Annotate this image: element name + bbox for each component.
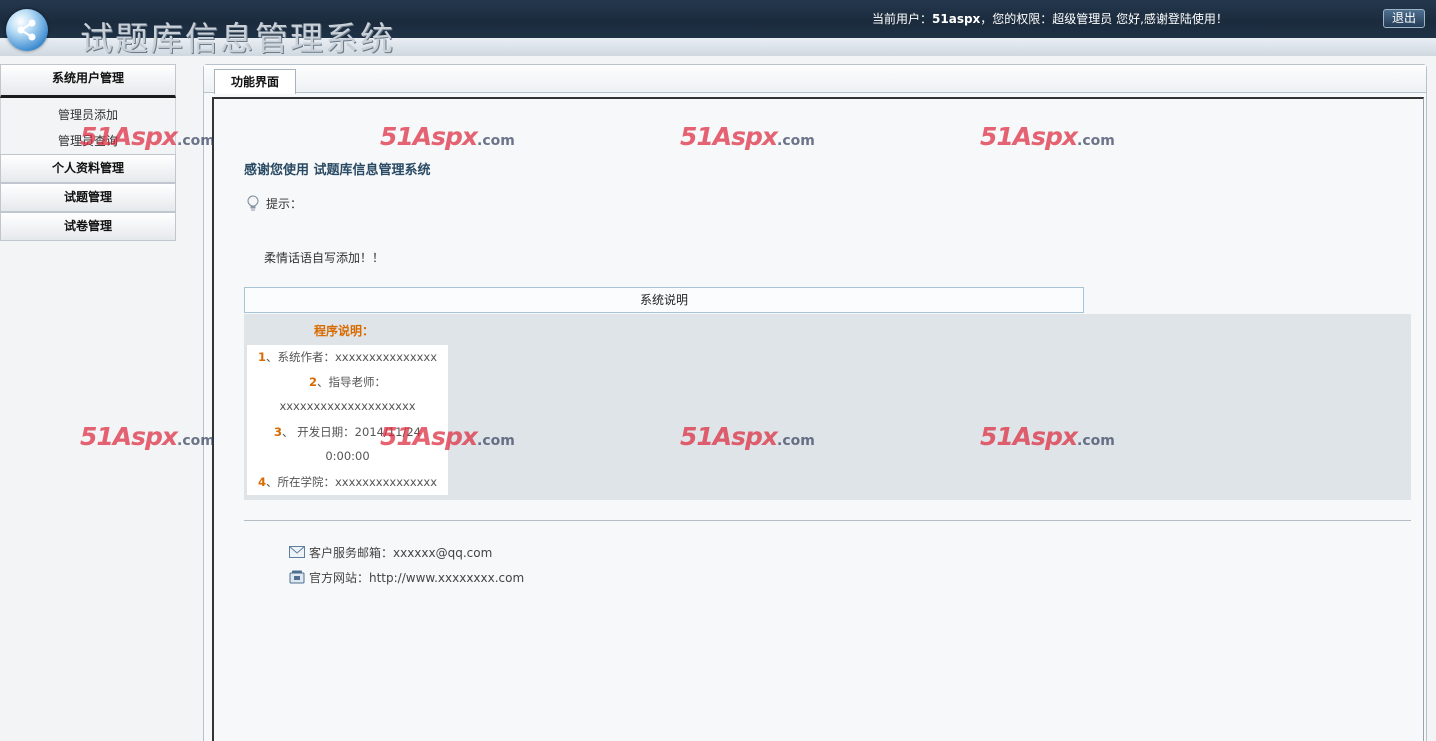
sidebar-group-system-users[interactable]: 系统用户管理 — [0, 64, 176, 98]
system-description-header: 系统说明 — [244, 287, 1084, 313]
info-text: 、指导老师： — [317, 375, 386, 389]
info-num: 3 — [274, 425, 283, 439]
sidebar: 系统用户管理 管理员添加 管理员查询 个人资料管理 试题管理 试卷管理 — [0, 64, 177, 241]
user-prefix: 当前用户： — [872, 12, 933, 26]
divider — [244, 520, 1411, 521]
content-frame: 感谢您使用 试题库信息管理系统 提示： 柔情话语自写添加！！ 系统说明 程序说明… — [212, 97, 1424, 741]
app-title: 试题库信息管理系统 — [80, 19, 395, 58]
info-num: 2 — [308, 375, 317, 389]
user-suffix: ，您的权限：超级管理员 您好,感谢登陆使用！ — [980, 12, 1228, 26]
info-num: 4 — [257, 475, 266, 489]
info-text: 、所在学院：xxxxxxxxxxxxxxx — [265, 475, 438, 489]
sidebar-group-profile[interactable]: 个人资料管理 — [0, 154, 176, 183]
tip-text: 柔情话语自写添加！！ — [264, 251, 385, 265]
info-num: 1 — [257, 350, 266, 364]
watermark: 51Aspx.com — [80, 422, 215, 451]
contact-email-row: 客户服务邮箱：xxxxxx@qq.com — [289, 544, 492, 561]
info-line: 1、系统作者：xxxxxxxxxxxxxxx — [247, 349, 448, 365]
info-text: 0:00:00 — [325, 449, 370, 463]
program-info-box: 1、系统作者：xxxxxxxxxxxxxxx 2、指导老师： xxxxxxxxx… — [247, 345, 448, 495]
tip-row: 提示： — [246, 195, 302, 214]
info-line: xxxxxxxxxxxxxxxxxxxx — [247, 399, 448, 413]
app-header: 试题库信息管理系统 当前用户：51aspx，您的权限：超级管理员 您好,感谢登陆… — [0, 0, 1436, 58]
phone-icon — [289, 570, 305, 587]
info-line: 2、指导老师： — [247, 374, 448, 390]
tip-label: 提示： — [266, 197, 303, 211]
info-line: 0:00:00 — [247, 449, 448, 463]
info-text: xxxxxxxxxxxxxxxxxxxx — [279, 399, 416, 413]
program-label: 程序说明： — [314, 324, 375, 338]
sidebar-item-admin-add[interactable]: 管理员添加 — [0, 102, 176, 128]
sidebar-item-admin-query[interactable]: 管理员查询 — [0, 128, 176, 154]
contact-site: 官方网站：http://www.xxxxxxxx.com — [309, 571, 525, 585]
tab-function[interactable]: 功能界面 — [214, 69, 296, 94]
mail-icon — [289, 546, 305, 561]
user-info: 当前用户：51aspx，您的权限：超级管理员 您好,感谢登陆使用！ — [872, 10, 1228, 27]
main-panel: 功能界面 感谢您使用 试题库信息管理系统 提示： 柔情话语自写添加！！ 系统说明… — [203, 64, 1427, 741]
info-text: 、 开发日期：2014/11/24 — [282, 425, 421, 439]
lightbulb-icon — [246, 195, 260, 214]
tab-bar: 功能界面 — [204, 65, 1426, 94]
info-line: 3、 开发日期：2014/11/24 — [247, 424, 448, 440]
info-text: 、系统作者：xxxxxxxxxxxxxxx — [265, 350, 438, 364]
system-description-body: 程序说明： 1、系统作者：xxxxxxxxxxxxxxx 2、指导老师： xxx… — [244, 314, 1411, 500]
sidebar-group-questions[interactable]: 试题管理 — [0, 183, 176, 212]
logo-icon — [6, 9, 48, 51]
logout-button[interactable]: 退出 — [1383, 9, 1425, 28]
username: 51aspx — [932, 12, 981, 26]
info-line: 4、所在学院：xxxxxxxxxxxxxxx — [247, 474, 448, 490]
contact-email: 客户服务邮箱：xxxxxx@qq.com — [309, 546, 493, 560]
sidebar-group-papers[interactable]: 试卷管理 — [0, 212, 176, 241]
contact-site-row: 官方网站：http://www.xxxxxxxx.com — [289, 569, 524, 587]
welcome-heading: 感谢您使用 试题库信息管理系统 — [244, 163, 431, 178]
